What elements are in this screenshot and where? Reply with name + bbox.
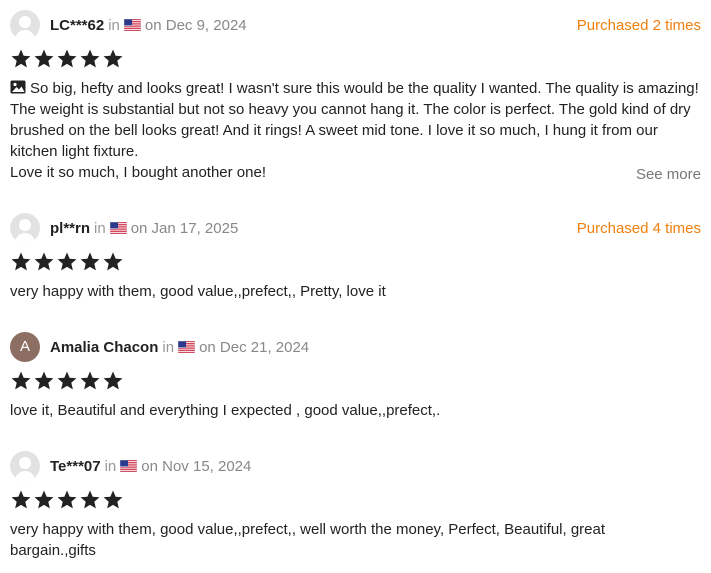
star-icon [80,49,100,68]
star-icon [80,490,100,509]
us-flag-icon [120,460,138,472]
star-icon [11,490,31,509]
us-flag-icon [178,341,196,353]
star-icon [80,371,100,390]
star-icon [103,49,123,68]
review-text: very happy with them, good value,,prefec… [10,519,630,561]
review-item: Te***07 in on Nov 15, 2024 very happy with… [10,451,701,561]
review-text: So big, hefty and looks great! I wasn't … [10,78,701,183]
star-icon [34,371,54,390]
in-label: in [162,339,175,356]
star-icon [57,371,77,390]
review-item: pl**rn in on Jan 17, 2025 Purchased 4 time… [10,213,701,302]
reviewer-name[interactable]: pl**rn [50,220,90,237]
reviewer-meta: pl**rn in on Jan 17, 2025 [50,220,238,238]
review-date: on Dec 21, 2024 [199,339,310,356]
in-label: in [94,220,106,237]
purchase-count: Purchased 2 times [576,17,701,34]
star-icon [103,252,123,271]
in-label: in [104,458,117,475]
reviewer-name[interactable]: LC***62 [50,17,104,34]
star-icon [57,49,77,68]
see-more-link[interactable]: See more [636,164,701,185]
review-body-line2: Love it so much, I bought another one! [10,164,267,181]
star-icon [11,371,31,390]
star-icon [34,252,54,271]
star-icon [103,490,123,509]
review-date: on Jan 17, 2025 [130,220,239,237]
review-header: Te***07 in on Nov 15, 2024 [10,451,701,483]
image-icon[interactable] [10,80,26,94]
star-icon [34,490,54,509]
us-flag-icon [109,222,127,234]
review-text: love it, Beautiful and everything I expe… [10,400,701,421]
star-rating [10,251,701,271]
review-date: on Nov 15, 2024 [141,458,252,475]
in-label: in [108,17,120,34]
star-rating [10,370,701,390]
avatar[interactable] [10,10,40,40]
reviewer-name[interactable]: Amalia Chacon [50,339,158,356]
reviewer-meta: LC***62 in on Dec 9, 2024 [50,17,247,35]
review-body: So big, hefty and looks great! I wasn't … [10,80,699,160]
review-date: on Dec 9, 2024 [144,17,247,34]
review-body: very happy with them, good value,,prefec… [10,521,606,559]
star-icon [57,490,77,509]
star-icon [103,371,123,390]
purchase-count: Purchased 4 times [576,220,701,237]
review-header: LC***62 in on Dec 9, 2024 Purchased 2 time… [10,10,701,42]
review-item: A Amalia Chacon in on Dec 21, 2024 love it… [10,332,701,421]
review-body: very happy with them, good value,,prefec… [10,283,386,300]
star-icon [34,49,54,68]
avatar[interactable] [10,451,40,481]
us-flag-icon [123,19,141,31]
review-header: A Amalia Chacon in on Dec 21, 2024 [10,332,701,364]
reviewer-name[interactable]: Te***07 [50,458,101,475]
review-item: LC***62 in on Dec 9, 2024 Purchased 2 time… [10,10,701,183]
reviewer-meta: Te***07 in on Nov 15, 2024 [50,458,251,476]
star-icon [11,49,31,68]
star-rating [10,489,701,509]
reviewer-meta: Amalia Chacon in on Dec 21, 2024 [50,339,309,357]
avatar[interactable]: A [10,332,40,362]
star-icon [57,252,77,271]
star-icon [11,252,31,271]
star-rating [10,48,701,68]
star-icon [80,252,100,271]
review-body: love it, Beautiful and everything I expe… [10,402,441,419]
avatar[interactable] [10,213,40,243]
review-header: pl**rn in on Jan 17, 2025 Purchased 4 time… [10,213,701,245]
review-text: very happy with them, good value,,prefec… [10,281,701,302]
